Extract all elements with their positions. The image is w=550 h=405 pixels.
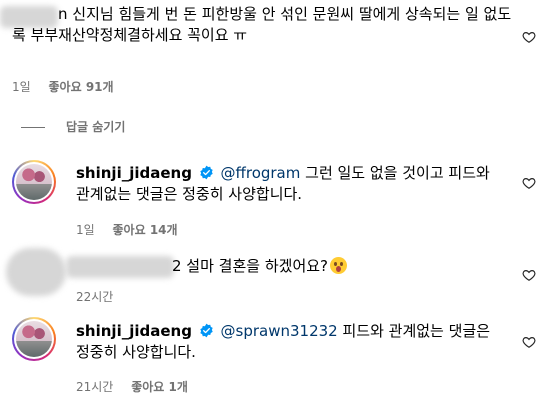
verified-badge-icon: [200, 165, 213, 180]
comment-meta: 1일 좋아요 91개: [12, 79, 114, 95]
comment-text: 2 설마 결혼을 하겠어요?: [172, 256, 348, 277]
heart-outline-icon[interactable]: [522, 30, 536, 44]
comment-meta: 22시간: [76, 289, 113, 305]
verified-badge-icon: [200, 323, 213, 338]
heart-outline-icon[interactable]: [522, 176, 536, 190]
divider-line: [21, 127, 45, 128]
reply-text: shinji_jidaeng @sprawn31232 피드와 관계없는 댓글은…: [76, 322, 491, 361]
reply-text: shinji_jidaeng @ffrogram 그런 일도 없을 것이고 피드…: [76, 164, 490, 203]
blurred-avatar: [6, 248, 66, 296]
heart-outline-icon[interactable]: [522, 335, 536, 349]
reply-meta: 21시간 좋아요 1개: [76, 379, 188, 395]
username[interactable]: shinji_jidaeng: [76, 322, 192, 340]
likes-count[interactable]: 좋아요 1개: [131, 380, 188, 394]
comment-time: 22시간: [76, 290, 114, 304]
heart-outline-icon[interactable]: [522, 268, 536, 282]
mention-link[interactable]: @sprawn31232: [221, 322, 338, 340]
mention-link[interactable]: @ffrogram: [221, 164, 301, 182]
comment-text: n 신지님 힘들게 번 돈 피한방울 안 섞인 문원씨 딸에게 상속되는 일 없…: [12, 5, 512, 44]
avatar[interactable]: [12, 160, 56, 204]
flushed-face-emoji: [330, 257, 348, 274]
comment-time: 1일: [12, 80, 31, 94]
likes-count[interactable]: 좋아요 14개: [113, 223, 178, 237]
hide-replies-button[interactable]: 답글 숨기기: [66, 119, 125, 135]
username[interactable]: shinji_jidaeng: [76, 164, 192, 182]
likes-count[interactable]: 좋아요 91개: [49, 80, 114, 94]
blurred-username: [66, 256, 174, 278]
reply-time: 1일: [76, 223, 95, 237]
reply-time: 21시간: [76, 380, 114, 394]
avatar[interactable]: [12, 317, 56, 361]
reply-meta: 1일 좋아요 14개: [76, 222, 178, 238]
